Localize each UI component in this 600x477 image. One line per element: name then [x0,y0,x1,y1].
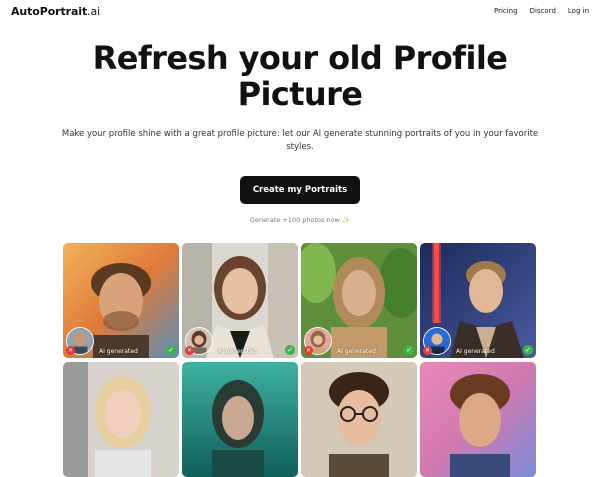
nav-link-pricing[interactable]: Pricing [494,7,518,15]
nav-link-discord[interactable]: Discord [530,7,556,15]
brand-logo[interactable]: AutoPortrait.ai [11,5,100,18]
create-portraits-button[interactable]: Create my Portraits [240,176,360,204]
portrait-card[interactable] [182,362,298,477]
sparkle-icon: ✨ [341,216,351,224]
nav-links: Pricing Discord Log in [494,7,589,15]
ai-generated-label: AI generated [337,348,376,355]
generate-note: Generate +100 photos now ✨ [0,216,600,224]
ai-generated-label: AI generated [456,348,495,355]
portrait-card[interactable] [420,362,536,477]
portrait-card[interactable] [301,362,417,477]
portrait-card[interactable]: ✕ AI generated ✓ [420,243,536,358]
generate-note-text: Generate +100 photos now [249,216,340,224]
brand-name: AutoPortrait [11,5,88,18]
reject-icon: ✕ [423,346,432,355]
nav-link-login[interactable]: Log in [568,7,589,15]
check-icon: ✓ [285,345,295,355]
top-nav: AutoPortrait.ai Pricing Discord Log in [0,0,600,24]
reject-icon: ✕ [185,346,194,355]
hero-title-line1: Refresh your old Profile [92,39,508,77]
portrait-image [63,362,179,477]
portrait-card[interactable]: ✕ AI generated ✓ [63,243,179,358]
hero-title: Refresh your old Profile Picture [0,40,600,112]
check-icon: ✓ [523,345,533,355]
reject-icon: ✕ [66,346,75,355]
portrait-image [301,362,417,477]
portrait-image [182,362,298,477]
portrait-card[interactable]: ✕ AI generated ✓ [182,243,298,358]
hero-title-line2: Picture [237,75,363,113]
portrait-image [420,362,536,477]
reject-icon: ✕ [304,346,313,355]
check-icon: ✓ [404,345,414,355]
portrait-card[interactable] [63,362,179,477]
brand-suffix: .ai [87,5,101,18]
portrait-card[interactable]: ✕ AI generated ✓ [301,243,417,358]
ai-generated-label: AI generated [99,348,138,355]
hero-subtitle: Make your profile shine with a great pro… [61,129,539,152]
check-icon: ✓ [166,345,176,355]
ai-generated-label: AI generated [218,348,257,355]
portrait-gallery: ✕ AI generated ✓ ✕ AI generated ✓ ✕ AI g… [63,243,537,477]
